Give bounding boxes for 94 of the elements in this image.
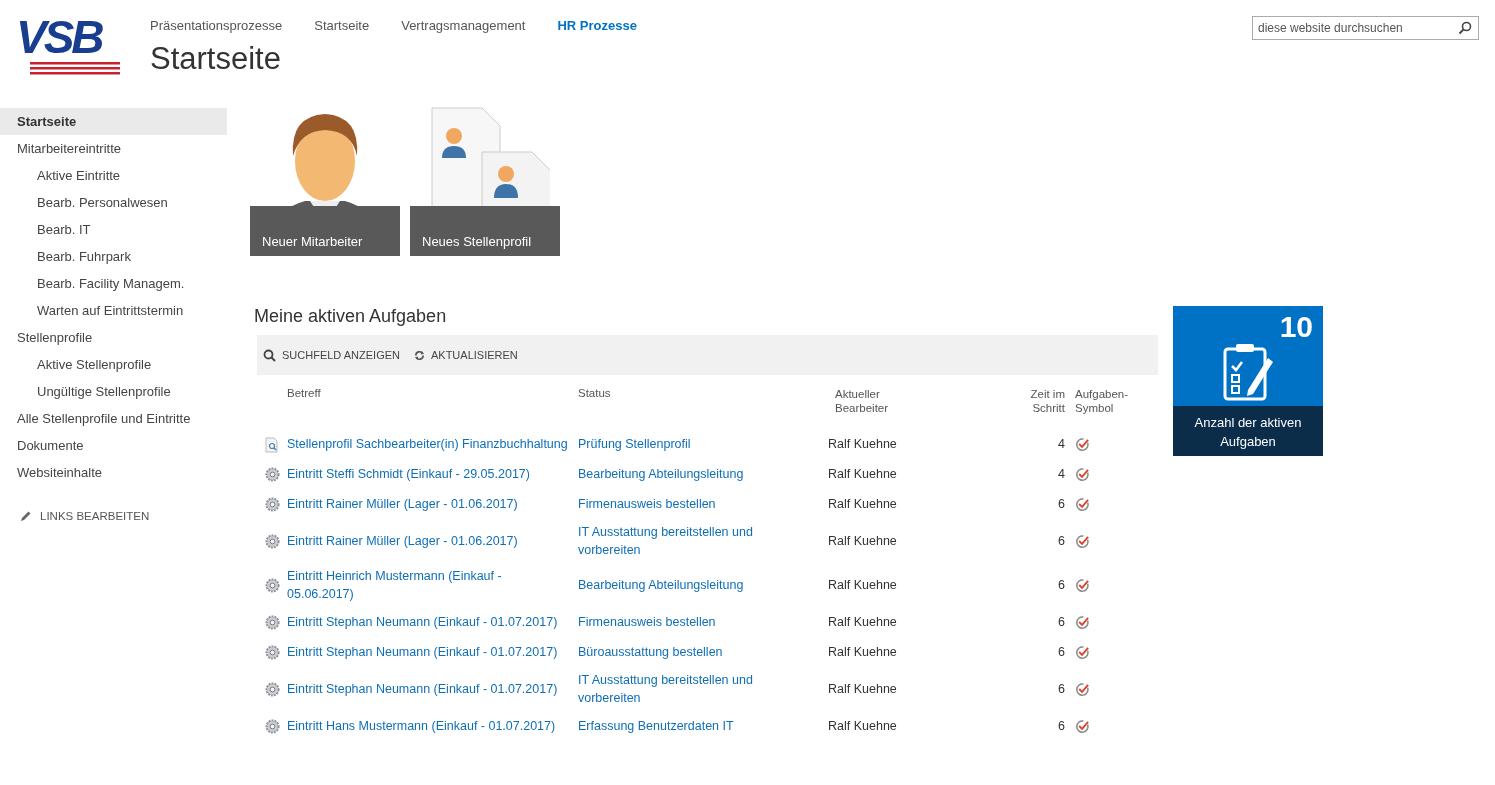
status-link[interactable]: Bearbeitung Abteilungsleitung <box>578 465 778 483</box>
sidebar-item[interactable]: Startseite <box>0 108 227 135</box>
section-title: Meine aktiven Aufgaben <box>254 306 448 327</box>
task-check-icon <box>1075 682 1090 698</box>
search-icon[interactable] <box>1458 21 1472 35</box>
assignee-text: Ralf Kuehne <box>828 645 897 659</box>
search-field[interactable]: diese website durchsuchen <box>1252 16 1479 40</box>
assignee-text: Ralf Kuehne <box>828 719 897 733</box>
task-check-icon <box>1075 497 1090 513</box>
task-count: 10 <box>1279 310 1313 344</box>
task-link[interactable]: Eintritt Stephan Neumann (Einkauf - 01.07.2017) <box>287 613 571 631</box>
sidebar-item[interactable]: Mitarbeitereintritte <box>0 135 227 162</box>
time-text: 6 <box>1058 615 1065 629</box>
time-text: 6 <box>1058 645 1065 659</box>
time-text: 6 <box>1058 578 1065 592</box>
column-header[interactable]: Zeit im Schritt <box>1010 387 1065 415</box>
column-header[interactable]: Status <box>578 375 828 429</box>
task-link[interactable]: Eintritt Hans Mustermann (Einkauf - 01.07.2017) <box>287 717 571 735</box>
task-link[interactable]: Eintritt Stephan Neumann (Einkauf - 01.07.2017) <box>287 643 571 661</box>
toolbar-button[interactable]: AKTUALISIEREN <box>413 349 518 361</box>
top-nav-link[interactable]: Vertragsmanagement <box>401 18 526 33</box>
time-text: 6 <box>1058 719 1065 733</box>
column-header[interactable]: Aktueller Bearbeiter <box>835 387 895 415</box>
task-counter-tile[interactable]: 10 Anzahl der aktiven Aufgaben <box>1173 306 1323 456</box>
toolbar-button[interactable]: SUCHFELD ANZEIGEN <box>263 348 400 362</box>
sidebar-item[interactable]: Bearb. IT <box>0 216 227 243</box>
assignee-text: Ralf Kuehne <box>828 534 897 548</box>
search-icon <box>263 348 276 362</box>
time-text: 6 <box>1058 497 1065 511</box>
status-link[interactable]: Bearbeitung Abteilungsleitung <box>578 576 778 594</box>
sidebar-item[interactable]: Dokumente <box>0 432 227 459</box>
sidebar-item[interactable]: Warten auf Eintrittstermin <box>0 297 227 324</box>
assignee-text: Ralf Kuehne <box>828 615 897 629</box>
time-text: 6 <box>1058 534 1065 548</box>
status-link[interactable]: Firmenausweis bestellen <box>578 495 778 513</box>
status-link[interactable]: IT Ausstattung bereitstellen und vorbereiten <box>578 523 778 559</box>
gear-icon <box>264 645 280 661</box>
task-link[interactable]: Eintritt Rainer Müller (Lager - 01.06.2017) <box>287 495 571 513</box>
edit-links-link[interactable]: LINKS BEARBEITEN <box>0 486 227 546</box>
assignee-text: Ralf Kuehne <box>828 682 897 696</box>
time-text: 6 <box>1058 682 1065 696</box>
task-check-icon <box>1075 615 1090 631</box>
top-nav-link[interactable]: Startseite <box>314 18 370 33</box>
time-text: 4 <box>1058 437 1065 451</box>
task-link[interactable]: Stellenprofil Sachbearbeiter(in) Finanzbuchhaltung <box>287 435 571 453</box>
task-link[interactable]: Eintritt Stephan Neumann (Einkauf - 01.07.2017) <box>287 680 571 698</box>
sidebar-item[interactable]: Bearb. Facility Managem. <box>0 270 227 297</box>
status-link[interactable]: Erfassung Benutzerdaten IT <box>578 717 778 735</box>
status-link[interactable]: Büroausstattung bestellen <box>578 643 778 661</box>
task-check-icon <box>1075 437 1090 453</box>
tile[interactable]: Neuer Mitarbeiter <box>250 106 400 256</box>
assignee-text: Ralf Kuehne <box>828 437 897 451</box>
assignee-text: Ralf Kuehne <box>828 497 897 511</box>
gear-icon <box>264 719 280 735</box>
task-check-icon <box>1075 645 1090 661</box>
gear-icon <box>264 497 280 513</box>
task-check-icon <box>1075 467 1090 483</box>
sidebar-item[interactable]: Aktive Stellenprofile <box>0 351 227 378</box>
task-link[interactable]: Eintritt Rainer Müller (Lager - 01.06.2017) <box>287 532 571 550</box>
sidebar-item[interactable]: Ungültige Stellenprofile <box>0 378 227 405</box>
pencil-icon <box>20 510 32 522</box>
tile[interactable]: Neues Stellenprofil <box>410 106 560 256</box>
time-text: 4 <box>1058 467 1065 481</box>
sidebar-item[interactable]: Stellenprofile <box>0 324 227 351</box>
task-link[interactable]: Eintritt Heinrich Mustermann (Einkauf - 05.06.2017) <box>287 567 571 603</box>
status-link[interactable]: IT Ausstattung bereitstellen und vorbereiten <box>578 671 778 707</box>
refresh-icon <box>413 349 425 361</box>
assignee-text: Ralf Kuehne <box>828 578 897 592</box>
column-header[interactable]: Aufgaben-Symbol <box>1075 387 1135 415</box>
sidebar-item[interactable]: Websiteinhalte <box>0 459 227 486</box>
task-check-icon <box>1075 578 1090 594</box>
task-check-icon <box>1075 719 1090 735</box>
sidebar-item[interactable]: Alle Stellenprofile und Eintritte <box>0 405 227 432</box>
sidebar-item[interactable]: Bearb. Personalwesen <box>0 189 227 216</box>
status-link[interactable]: Firmenausweis bestellen <box>578 613 778 631</box>
page-title: Startseite <box>150 41 282 77</box>
column-header[interactable]: Betreff <box>287 375 578 429</box>
gear-icon <box>264 615 280 631</box>
status-link[interactable]: Prüfung Stellenprofil <box>578 435 778 453</box>
gear-icon <box>264 534 280 550</box>
task-check-icon <box>1075 534 1090 550</box>
document-search-icon <box>265 436 279 453</box>
gear-icon <box>264 467 280 483</box>
clipboard-icon <box>1222 342 1274 402</box>
top-nav-link[interactable]: Präsentationsprozesse <box>150 18 283 33</box>
top-nav-link[interactable]: HR Prozesse <box>557 18 637 33</box>
gear-icon <box>264 682 280 698</box>
gear-icon <box>264 578 280 594</box>
task-link[interactable]: Eintritt Steffi Schmidt (Einkauf - 29.05.2017) <box>287 465 571 483</box>
sidebar-item[interactable]: Aktive Eintritte <box>0 162 227 189</box>
sidebar-item[interactable]: Bearb. Fuhrpark <box>0 243 227 270</box>
logo[interactable]: VSB <box>16 14 130 76</box>
assignee-text: Ralf Kuehne <box>828 467 897 481</box>
tile-label: Anzahl der aktiven Aufgaben <box>1173 406 1323 456</box>
